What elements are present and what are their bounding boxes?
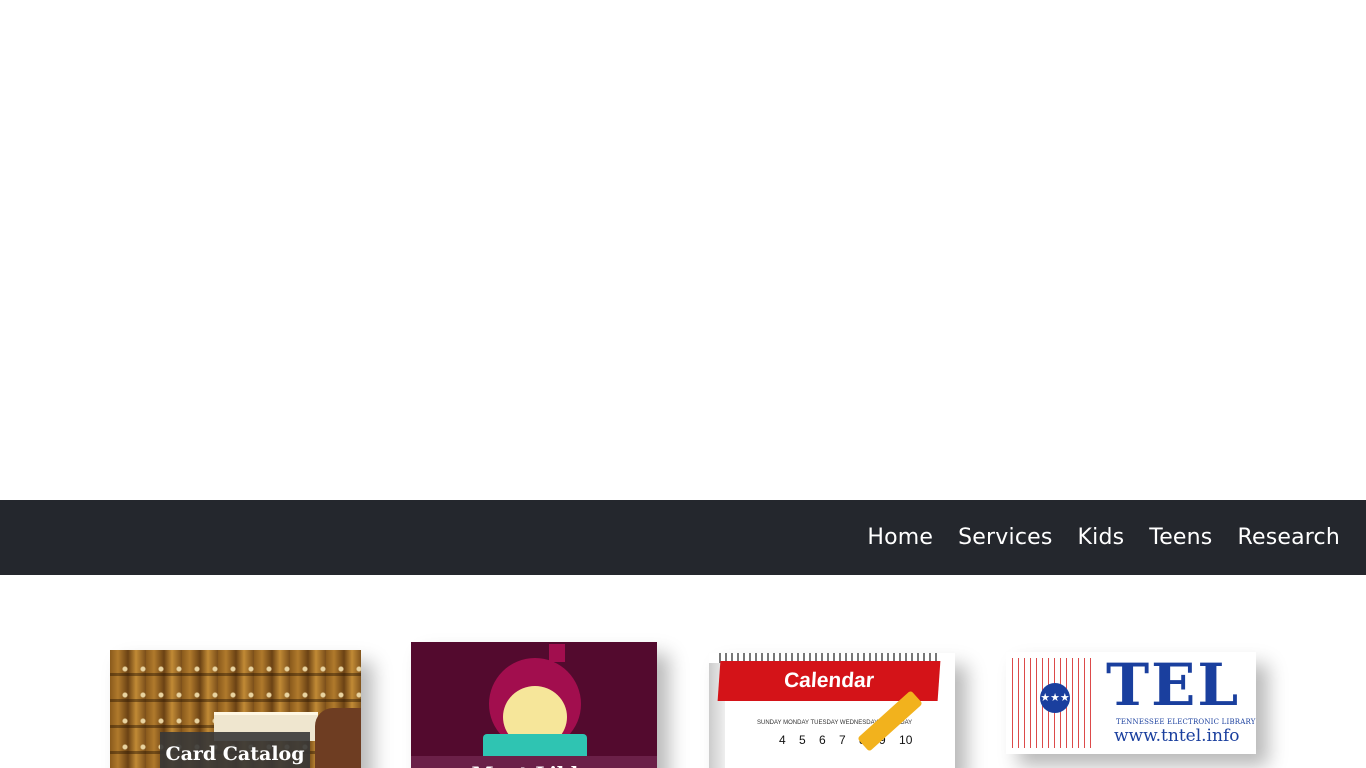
libby-bookmark [549, 644, 565, 662]
quick-links: Card Catalog Meet Libby Calendar SUNDAY … [0, 575, 1366, 768]
tel-subtitle: TENNESSEE ELECTRONIC LIBRARY [1116, 718, 1256, 726]
nav-item-home[interactable]: Home [867, 488, 933, 550]
nav-item-kids[interactable]: Kids [1078, 525, 1125, 550]
main-navbar: Home Services Kids Teens Research [0, 488, 1366, 575]
nav-item-teens[interactable]: Teens [1149, 525, 1212, 550]
tel-title: TEL [1106, 652, 1241, 719]
tennessee-star-icon: ★★★ [1040, 683, 1070, 713]
calendar-tile[interactable]: Calendar SUNDAY MONDAY TUESDAY WEDNESDAY… [709, 653, 955, 768]
hand-image [315, 708, 361, 768]
tel-url: www.tntel.info [1114, 726, 1240, 746]
libby-tile[interactable]: Meet Libby [411, 642, 657, 768]
tel-tile[interactable]: ★★★ TEL TENNESSEE ELECTRONIC LIBRARY www… [1006, 652, 1256, 754]
calendar-dates: 4 5 6 7 8 9 10 [779, 733, 913, 747]
card-catalog-label: Card Catalog [160, 732, 310, 768]
nav-menu: Home Services Kids Teens Research [842, 488, 1340, 575]
hero-banner [0, 0, 1366, 500]
libby-label: Meet Libby [411, 756, 657, 768]
nav-item-research[interactable]: Research [1237, 525, 1340, 550]
card-catalog-tile[interactable]: Card Catalog [110, 650, 361, 768]
libby-book-icon [483, 734, 587, 758]
nav-item-services[interactable]: Services [958, 525, 1052, 550]
